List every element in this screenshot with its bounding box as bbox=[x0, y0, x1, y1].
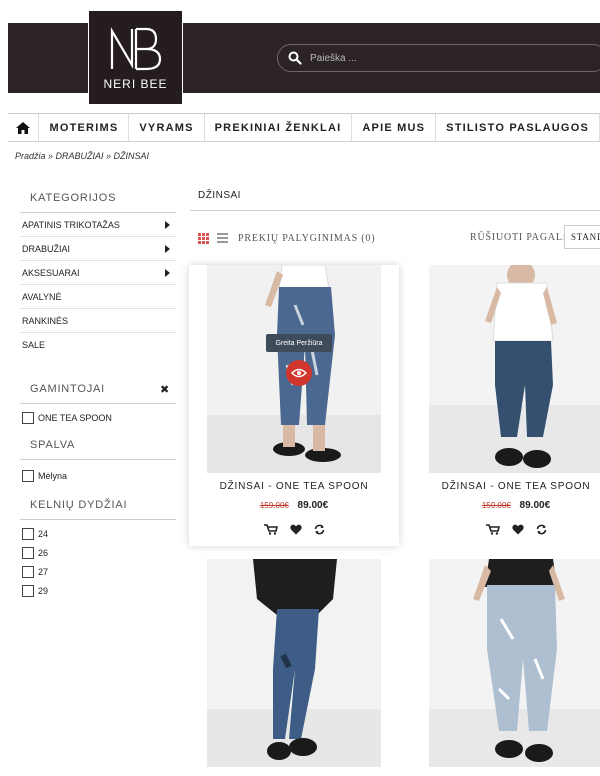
sidebar-item-label: AVALYNĖ bbox=[22, 291, 62, 302]
sort-label: RŪŠIUOTI PAGAL: bbox=[470, 232, 567, 243]
sidebar-item-label: AKSESUARAI bbox=[22, 267, 80, 278]
sidebar-item-label: RANKINĖS bbox=[22, 315, 69, 326]
divider bbox=[190, 210, 600, 211]
new-price: 89.00€ bbox=[519, 500, 551, 511]
nav-item-apie-mus[interactable]: APIE MUS bbox=[352, 114, 437, 141]
product-image[interactable] bbox=[429, 559, 600, 767]
checkbox[interactable] bbox=[22, 546, 34, 559]
product-price: 159.00€ 89.00€ bbox=[189, 500, 399, 511]
quick-view-tooltip: Greita Peržiūra bbox=[266, 334, 332, 352]
filter-size-27[interactable]: 27 bbox=[20, 562, 176, 581]
search-input[interactable] bbox=[310, 52, 560, 64]
checkbox[interactable] bbox=[22, 565, 34, 578]
cart-icon[interactable] bbox=[485, 524, 500, 535]
filter-color-melyna[interactable]: Mėlyna bbox=[20, 466, 176, 485]
product-price: 159.00€ 89.00€ bbox=[411, 500, 600, 511]
checkbox[interactable] bbox=[22, 411, 34, 424]
chevron-right-icon[interactable] bbox=[165, 268, 170, 277]
nav-item-stilisto-paslaugos[interactable]: STILISTO PASLAUGOS bbox=[436, 114, 600, 141]
home-button[interactable] bbox=[8, 114, 40, 141]
sidebar-item-drabuziai[interactable]: DRABUŽIAI bbox=[20, 237, 176, 261]
cart-icon[interactable] bbox=[263, 524, 278, 535]
manufacturers-heading: GAMINTOJAI ✖ bbox=[20, 373, 176, 404]
sidebar-item-rankines[interactable]: RANKINĖS bbox=[20, 309, 176, 333]
categories-heading: KATEGORIJOS bbox=[20, 182, 176, 213]
home-icon bbox=[16, 121, 31, 134]
filter-label: 24 bbox=[38, 528, 49, 539]
product-card[interactable] bbox=[189, 559, 399, 776]
product-card[interactable]: DŽINSAI - ONE TEA SPOON 159.00€ 89.00€ bbox=[189, 265, 399, 546]
eye-icon bbox=[291, 368, 307, 378]
filter-manufacturer-one-tea-spoon[interactable]: ONE TEA SPOON bbox=[20, 408, 176, 427]
sidebar-item-sale[interactable]: SALE bbox=[20, 333, 176, 357]
sort-select[interactable]: STAND bbox=[564, 225, 600, 249]
product-name[interactable]: DŽINSAI - ONE TEA SPOON bbox=[411, 481, 600, 492]
old-price: 159.00€ bbox=[259, 501, 289, 510]
filter-label: 27 bbox=[38, 566, 49, 577]
product-card[interactable]: DŽINSAI - ONE TEA SPOON 159.00€ 89.00€ bbox=[411, 265, 600, 546]
filter-size-24[interactable]: 24 bbox=[20, 524, 176, 543]
sidebar-item-label: SALE bbox=[22, 340, 46, 350]
checkbox[interactable] bbox=[22, 527, 34, 540]
checkbox[interactable] bbox=[22, 469, 34, 482]
sidebar: KATEGORIJOS APATINIS TRIKOTAŽAS DRABUŽIA… bbox=[20, 182, 176, 600]
sizes-heading: KELNIŲ DYDŽIAI bbox=[20, 489, 176, 520]
filter-label: Mėlyna bbox=[38, 470, 68, 481]
manufacturers-title: GAMINTOJAI bbox=[30, 383, 106, 395]
filter-size-29[interactable]: 29 bbox=[20, 581, 176, 600]
product-image[interactable] bbox=[207, 559, 381, 767]
compare-icon[interactable] bbox=[536, 524, 547, 535]
sidebar-item-label: DRABUŽIAI bbox=[22, 243, 71, 254]
main-nav: MOTERIMS VYRAMS PREKINIAI ŽENKLAI APIE M… bbox=[8, 113, 600, 142]
compare-link[interactable]: PREKIŲ PALYGINIMAS (0) bbox=[238, 233, 375, 244]
chevron-right-icon[interactable] bbox=[165, 244, 170, 253]
sidebar-item-aksesuarai[interactable]: AKSESUARAI bbox=[20, 261, 176, 285]
product-actions bbox=[189, 524, 399, 535]
close-icon[interactable]: ✖ bbox=[160, 383, 170, 396]
color-heading: SPALVA bbox=[20, 429, 176, 460]
chevron-right-icon[interactable] bbox=[165, 220, 170, 229]
sidebar-item-apatinis-trikotazas[interactable]: APATINIS TRIKOTAŽAS bbox=[20, 213, 176, 237]
sidebar-item-avalyne[interactable]: AVALYNĖ bbox=[20, 285, 176, 309]
new-price: 89.00€ bbox=[297, 500, 329, 511]
filter-label: 26 bbox=[38, 547, 49, 558]
filter-size-26[interactable]: 26 bbox=[20, 543, 176, 562]
quick-view-button[interactable] bbox=[286, 360, 312, 386]
filter-label: 29 bbox=[38, 585, 49, 596]
product-card[interactable] bbox=[411, 559, 600, 776]
site-logo[interactable]: NERI BEE bbox=[88, 10, 183, 105]
compare-icon[interactable] bbox=[314, 524, 325, 535]
checkbox[interactable] bbox=[22, 584, 34, 597]
grid-view-icon[interactable] bbox=[198, 232, 209, 244]
sidebar-item-label: APATINIS TRIKOTAŽAS bbox=[22, 219, 120, 230]
filter-label: ONE TEA SPOON bbox=[38, 412, 112, 423]
heart-icon[interactable] bbox=[289, 524, 302, 535]
nav-item-vyrams[interactable]: VYRAMS bbox=[129, 114, 205, 141]
breadcrumb[interactable]: Pradžia » DRABUŽIAI » DŽINSAI bbox=[15, 151, 149, 161]
product-image[interactable] bbox=[429, 265, 600, 473]
old-price: 159.00€ bbox=[481, 501, 511, 510]
nav-item-moterims[interactable]: MOTERIMS bbox=[39, 114, 130, 141]
list-view-icon[interactable] bbox=[217, 233, 228, 243]
heart-icon[interactable] bbox=[511, 524, 524, 535]
search-icon[interactable] bbox=[288, 51, 302, 65]
product-name[interactable]: DŽINSAI - ONE TEA SPOON bbox=[189, 481, 399, 492]
logo-monogram-icon bbox=[110, 26, 161, 70]
page-title: DŽINSAI bbox=[198, 190, 241, 201]
product-actions bbox=[411, 524, 600, 535]
nav-item-prekiniai-zenklai[interactable]: PREKINIAI ŽENKLAI bbox=[205, 114, 353, 141]
search-box[interactable] bbox=[277, 44, 600, 72]
logo-text: NERI BEE bbox=[103, 76, 168, 91]
listing-toolbar: PREKIŲ PALYGINIMAS (0) RŪŠIUOTI PAGAL: S… bbox=[198, 225, 600, 249]
